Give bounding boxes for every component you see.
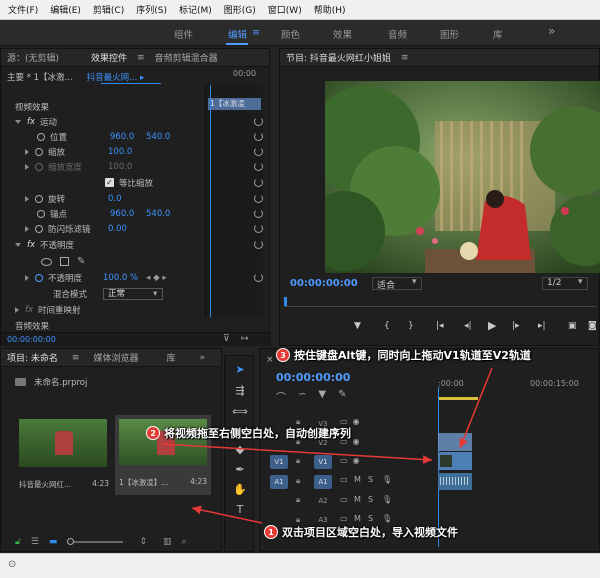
callout-3: 3 按住键盘Alt键，同时向上拖动V1轨道至V2轨道 — [276, 347, 531, 363]
callout-3-arrow — [459, 367, 493, 449]
callout-2-text: 将视频拖至右侧空白处，自动创建序列 — [164, 427, 351, 440]
callout-1-text: 双击项目区域空白处，导入视频文件 — [282, 526, 458, 539]
callout-1: 1 双击项目区域空白处，导入视频文件 — [264, 524, 458, 540]
callout-3-number: 3 — [276, 348, 290, 362]
callout-1-number: 1 — [264, 525, 278, 539]
callout-2-number: 2 — [146, 426, 160, 440]
callout-3-text: 按住键盘Alt键，同时向上拖动V1轨道至V2轨道 — [294, 349, 531, 362]
callout-1-arrow — [191, 505, 263, 524]
callout-arrows — [161, 367, 493, 524]
callout-2-arrow — [161, 443, 433, 464]
callout-2: 2 将视频拖至右侧空白处，自动创建序列 — [146, 425, 351, 441]
